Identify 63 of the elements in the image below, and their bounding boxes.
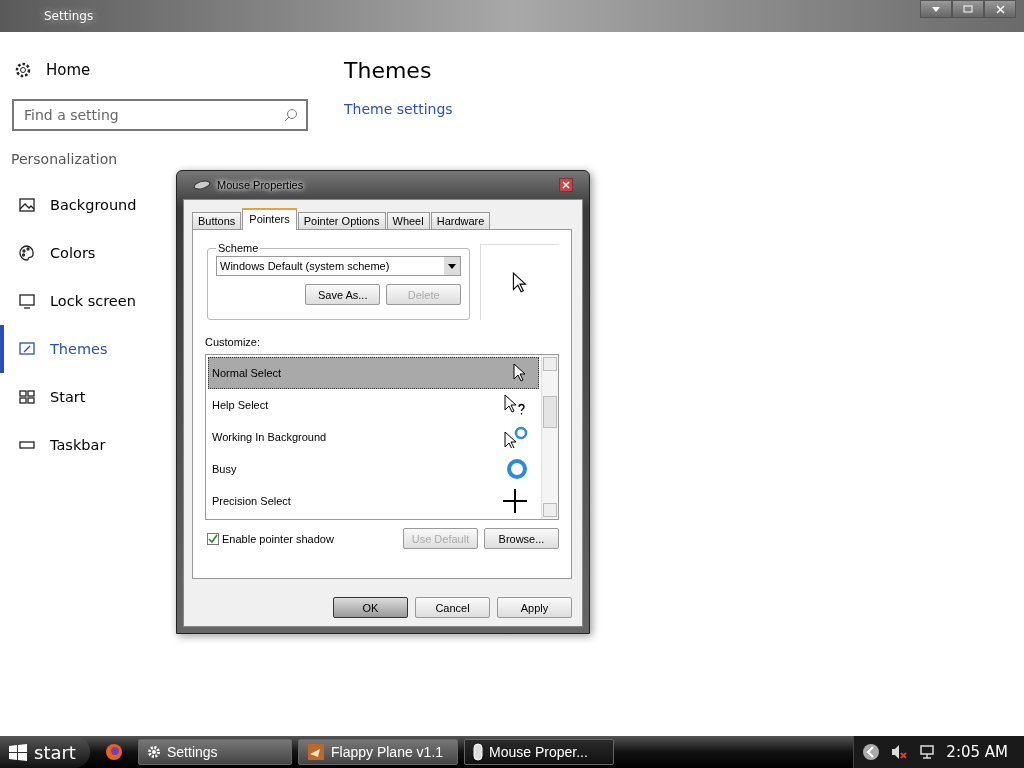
search-icon: [284, 108, 298, 122]
scrollbar[interactable]: [541, 355, 558, 519]
mouse-icon: [193, 180, 211, 190]
start-button[interactable]: start: [0, 736, 90, 768]
mouse-icon: [473, 743, 483, 761]
network-icon[interactable]: [918, 743, 937, 761]
list-row[interactable]: Normal Select: [208, 357, 539, 389]
dialog-title: Mouse Properties: [217, 179, 304, 191]
list-row[interactable]: Busy: [208, 453, 539, 485]
palette-icon: [18, 244, 36, 262]
tab[interactable]: Buttons: [192, 212, 242, 230]
dialog-button[interactable]: Browse...: [484, 528, 559, 549]
list-row[interactable]: Help Select: [208, 389, 539, 421]
customize-label: Customize:: [205, 336, 262, 348]
dialog-button[interactable]: Cancel: [415, 597, 490, 618]
close-icon: [995, 4, 1005, 14]
maximize-icon: [963, 5, 973, 13]
search-field[interactable]: Find a setting: [12, 99, 308, 131]
gear-icon: [14, 61, 32, 79]
home-nav-item[interactable]: Home: [0, 52, 330, 88]
busy-icon: [506, 458, 528, 480]
theme-settings-link[interactable]: Theme settings: [344, 101, 453, 117]
dialog-button[interactable]: Apply: [497, 597, 572, 618]
page-heading: Themes: [344, 58, 433, 83]
windows-logo-icon: [8, 743, 28, 761]
caret-icon: [448, 263, 457, 269]
taskbar-button[interactable]: Settings: [138, 739, 292, 765]
scheme-dropdown[interactable]: Windows Default (system scheme): [216, 256, 462, 276]
window-title: Settings: [44, 9, 94, 23]
browser-icon[interactable]: [104, 742, 124, 762]
close-button[interactable]: [559, 178, 573, 192]
close-button[interactable]: [984, 0, 1016, 18]
clock: 2:05 AM: [946, 743, 1008, 761]
section-heading: Personalization: [10, 150, 119, 169]
brush-icon: [18, 340, 36, 358]
monitor-icon: [18, 292, 36, 310]
help-pointer-icon: [504, 394, 528, 416]
taskbar-button[interactable]: Mouse Proper...: [464, 739, 614, 765]
group-label: Scheme: [217, 242, 260, 254]
minimize-icon: [932, 6, 940, 12]
check-icon: [208, 533, 218, 544]
dialog-button[interactable]: Save As...: [305, 284, 381, 305]
tab[interactable]: Pointer Options: [297, 212, 386, 230]
taskbar-button[interactable]: Flappy Plane v1.1: [298, 739, 458, 765]
crosshair-icon: [502, 488, 528, 514]
working-pointer-icon: [504, 426, 528, 448]
list-row[interactable]: Working In Background: [208, 421, 539, 453]
tab[interactable]: Wheel: [386, 212, 430, 230]
pointer-icon: [512, 363, 528, 383]
plane-game-icon: [307, 743, 325, 761]
pointer-icon: [512, 271, 529, 294]
muted-speaker-icon[interactable]: [890, 743, 909, 761]
grid-icon: [18, 388, 36, 406]
dialog-button[interactable]: OK: [333, 597, 408, 618]
gear-icon: [147, 745, 161, 759]
list-row[interactable]: Precision Select: [208, 485, 539, 517]
shadow-checkbox[interactable]: Enable pointer shadow: [207, 532, 334, 545]
close-icon: [560, 179, 572, 191]
picture-icon: [18, 196, 36, 214]
tab[interactable]: Hardware: [430, 212, 491, 230]
minimize-button[interactable]: [920, 0, 952, 18]
maximize-button[interactable]: [952, 0, 984, 18]
tab[interactable]: Pointers: [242, 208, 297, 230]
